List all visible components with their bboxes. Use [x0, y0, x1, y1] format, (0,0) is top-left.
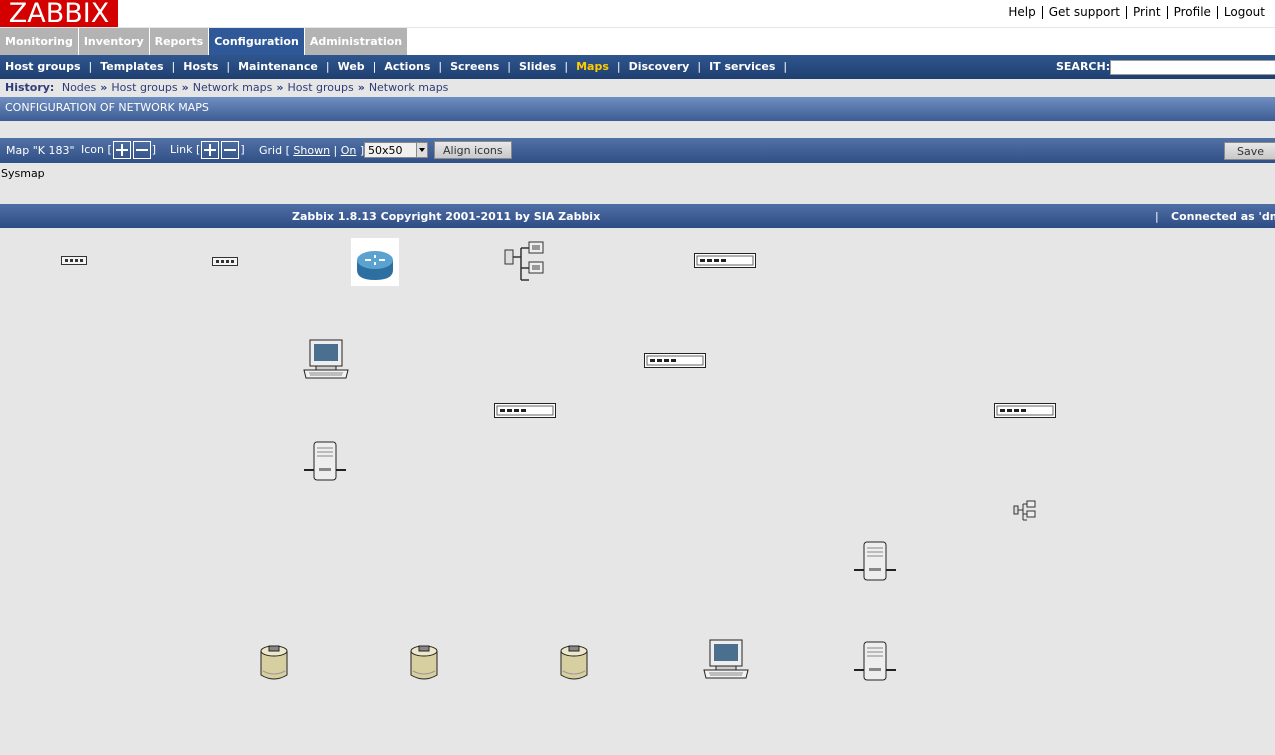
- submenu-maps[interactable]: Maps: [576, 60, 609, 73]
- small-switch-icon[interactable]: [61, 256, 87, 266]
- logout-link[interactable]: Logout: [1218, 5, 1271, 19]
- print-link[interactable]: Print: [1127, 5, 1167, 19]
- history-item[interactable]: Network maps: [193, 81, 273, 94]
- disk-icon[interactable]: [406, 643, 442, 683]
- search-input[interactable]: [1110, 60, 1275, 75]
- grid-on-link[interactable]: On: [341, 144, 357, 157]
- submenu-hosts[interactable]: Hosts: [183, 60, 218, 73]
- breadcrumb: History: Nodes» Host groups» Network maps»…: [5, 81, 449, 94]
- top-header: ZABBIX Help Get support Print Profile Logout: [0, 0, 1275, 27]
- map-name: Map "K 183": [6, 144, 75, 157]
- computer-icon[interactable]: [702, 638, 750, 682]
- switch-icon[interactable]: [694, 253, 756, 269]
- history-label: History:: [5, 81, 55, 94]
- router-icon[interactable]: [351, 238, 399, 286]
- tab-configuration[interactable]: Configuration: [209, 28, 304, 55]
- map-toolbar: Map "K 183" Icon [] Link [] Grid [ Shown…: [0, 138, 1275, 163]
- copyright-text: Zabbix 1.8.13 Copyright 2001-2011 by SIA…: [292, 210, 601, 223]
- submenu-it-services[interactable]: IT services: [709, 60, 775, 73]
- switch-icon[interactable]: [644, 353, 706, 369]
- save-button[interactable]: Save: [1224, 142, 1275, 160]
- grid-size-value: 50x50: [368, 144, 403, 157]
- history-item[interactable]: Host groups: [287, 81, 353, 94]
- submenu-web[interactable]: Web: [338, 60, 365, 73]
- help-link[interactable]: Help: [1002, 5, 1041, 19]
- profile-link[interactable]: Profile: [1168, 5, 1217, 19]
- switch-icon[interactable]: [494, 403, 556, 419]
- link-label: Link: [170, 143, 193, 156]
- grid-controls: Grid [ Shown | On ]: [259, 144, 365, 157]
- divider: |: [1155, 210, 1159, 223]
- icon-label: Icon: [81, 143, 104, 156]
- history-item[interactable]: Nodes: [62, 81, 96, 94]
- submenu-slides[interactable]: Slides: [519, 60, 556, 73]
- sysmap-label: Sysmap: [1, 167, 45, 180]
- computer-icon[interactable]: [302, 338, 350, 382]
- server-icon[interactable]: [302, 438, 348, 484]
- search-label: SEARCH:: [1056, 60, 1111, 73]
- submenu-templates[interactable]: Templates: [100, 60, 163, 73]
- align-icons-button[interactable]: Align icons: [434, 141, 512, 159]
- add-icon-button[interactable]: [112, 141, 131, 159]
- tab-inventory[interactable]: Inventory: [78, 28, 149, 55]
- get-support-link[interactable]: Get support: [1043, 5, 1126, 19]
- grid-shown-link[interactable]: Shown: [293, 144, 330, 157]
- icon-controls: Icon []: [81, 141, 156, 159]
- remove-icon-button[interactable]: [132, 141, 151, 159]
- main-tabs: Monitoring Inventory Reports Configurati…: [0, 28, 1275, 55]
- remove-link-button[interactable]: [221, 141, 240, 159]
- tab-administration[interactable]: Administration: [304, 28, 408, 55]
- top-links: Help Get support Print Profile Logout: [1002, 5, 1271, 19]
- chevron-down-icon: [416, 143, 427, 157]
- submenu-screens[interactable]: Screens: [450, 60, 499, 73]
- submenu-actions[interactable]: Actions: [384, 60, 430, 73]
- tab-monitoring[interactable]: Monitoring: [0, 28, 78, 55]
- sub-menu: Host groups | Templates | Hosts | Maintenance |…: [0, 55, 1275, 79]
- network-icon[interactable]: [1013, 500, 1037, 524]
- link-controls: Link []: [170, 141, 245, 159]
- submenu-maintenance[interactable]: Maintenance: [238, 60, 318, 73]
- small-switch-icon[interactable]: [212, 257, 238, 267]
- submenu-discovery[interactable]: Discovery: [629, 60, 690, 73]
- network-icon[interactable]: [503, 240, 547, 284]
- switch-icon[interactable]: [994, 403, 1056, 419]
- disk-icon[interactable]: [256, 643, 292, 683]
- add-link-button[interactable]: [201, 141, 220, 159]
- submenu-host-groups[interactable]: Host groups: [5, 60, 81, 73]
- history-item[interactable]: Host groups: [111, 81, 177, 94]
- map-canvas[interactable]: [0, 228, 1275, 755]
- page-title: CONFIGURATION OF NETWORK MAPS: [5, 101, 209, 114]
- grid-size-select[interactable]: 50x50: [364, 142, 428, 158]
- server-icon[interactable]: [852, 638, 898, 684]
- disk-icon[interactable]: [556, 643, 592, 683]
- server-icon[interactable]: [852, 538, 898, 584]
- tab-reports[interactable]: Reports: [149, 28, 209, 55]
- grid-label: Grid: [259, 144, 283, 157]
- footer-bar: Zabbix 1.8.13 Copyright 2001-2011 by SIA…: [0, 204, 1275, 228]
- zabbix-logo[interactable]: ZABBIX: [0, 0, 118, 27]
- history-item[interactable]: Network maps: [369, 81, 449, 94]
- connected-as-text: Connected as 'dm': [1171, 210, 1275, 223]
- section-header: CONFIGURATION OF NETWORK MAPS: [0, 97, 1275, 121]
